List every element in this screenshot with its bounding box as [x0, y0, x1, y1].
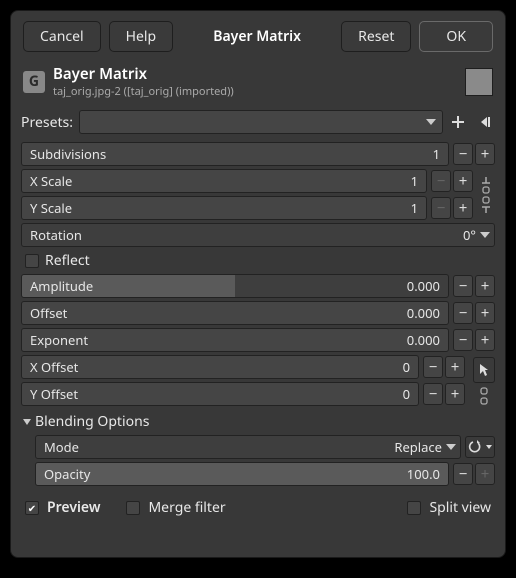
- amplitude-slider[interactable]: Amplitude 0.000: [21, 274, 449, 298]
- chevron-down-icon: [486, 445, 492, 449]
- cancel-button[interactable]: Cancel: [23, 21, 101, 52]
- opacity-value: 100.0: [407, 465, 440, 483]
- reset-button[interactable]: Reset: [341, 21, 411, 52]
- offset-link-toggle[interactable]: [477, 387, 491, 405]
- help-button[interactable]: Help: [109, 21, 174, 52]
- preset-menu-button[interactable]: [473, 111, 495, 133]
- blending-options-label: Blending Options: [35, 412, 149, 431]
- chevron-down-icon: [426, 119, 436, 125]
- yscale-plus[interactable]: +: [453, 197, 473, 219]
- xscale-label: X Scale: [30, 172, 72, 190]
- pick-coords-button[interactable]: [473, 357, 495, 383]
- subdivisions-plus[interactable]: +: [475, 143, 495, 165]
- subdivisions-minus[interactable]: −: [453, 143, 473, 165]
- chain-broken-icon: [479, 175, 493, 215]
- merge-filter-checkbox[interactable]: [126, 501, 140, 515]
- xscale-plus[interactable]: +: [453, 170, 473, 192]
- blend-mode-reset-button[interactable]: [465, 436, 495, 458]
- yscale-value: 1: [411, 199, 418, 217]
- presets-dropdown[interactable]: [79, 110, 443, 134]
- reset-switch-icon: [468, 440, 484, 454]
- blending-options-toggle[interactable]: Blending Options: [21, 408, 495, 433]
- yoffset-slider[interactable]: Y Offset 0: [21, 382, 419, 406]
- xoffset-minus[interactable]: −: [423, 356, 443, 378]
- offset-minus[interactable]: −: [453, 302, 473, 324]
- opacity-minus[interactable]: −: [453, 463, 473, 485]
- dialog-window: Cancel Help Bayer Matrix Reset OK G Baye…: [10, 10, 506, 558]
- opacity-slider[interactable]: Opacity 100.0: [35, 462, 449, 486]
- dialog-title: Bayer Matrix: [203, 22, 311, 51]
- xoffset-value: 0: [403, 358, 410, 376]
- reflect-checkbox[interactable]: [25, 254, 39, 268]
- header: G Bayer Matrix taj_orig.jpg-2 ([taj_orig…: [11, 62, 505, 105]
- ok-button[interactable]: OK: [419, 21, 493, 52]
- offset-label: Offset: [30, 304, 67, 322]
- yoffset-minus[interactable]: −: [423, 383, 443, 405]
- yoffset-value: 0: [403, 385, 410, 403]
- image-name: taj_orig.jpg-2 ([taj_orig] (imported)): [53, 84, 457, 99]
- gimp-icon: G: [23, 71, 45, 93]
- filter-name: Bayer Matrix: [53, 64, 457, 84]
- scale-link-toggle[interactable]: [477, 175, 495, 215]
- exponent-slider[interactable]: Exponent 0.000: [21, 328, 449, 352]
- subdivisions-value: 1: [433, 145, 440, 163]
- rotation-dropdown[interactable]: Rotation 0°: [21, 223, 495, 247]
- offset-value: 0.000: [407, 304, 440, 322]
- opacity-label: Opacity: [44, 465, 90, 483]
- reflect-label: Reflect: [45, 251, 90, 270]
- chevron-down-icon: [446, 444, 456, 450]
- yoffset-label: Y Offset: [30, 385, 78, 403]
- subdivisions-slider[interactable]: Subdivisions 1: [21, 142, 449, 166]
- cursor-icon: [478, 363, 490, 377]
- amplitude-label: Amplitude: [30, 277, 93, 295]
- xscale-value: 1: [411, 172, 418, 190]
- yscale-minus[interactable]: −: [431, 197, 451, 219]
- xoffset-slider[interactable]: X Offset 0: [21, 355, 419, 379]
- xoffset-label: X Offset: [30, 358, 78, 376]
- merge-filter-label: Merge filter: [148, 498, 225, 517]
- preview-checkbox[interactable]: [25, 501, 39, 515]
- blend-mode-value: Replace: [394, 438, 442, 456]
- split-view-checkbox[interactable]: [407, 501, 421, 515]
- xoffset-plus[interactable]: +: [445, 356, 465, 378]
- exponent-value: 0.000: [407, 331, 440, 349]
- xscale-minus[interactable]: −: [431, 170, 451, 192]
- amplitude-minus[interactable]: −: [453, 275, 473, 297]
- chevron-down-icon: [23, 419, 31, 425]
- yscale-slider[interactable]: Y Scale 1: [21, 196, 427, 220]
- chain-broken-icon: [477, 387, 491, 405]
- blend-mode-dropdown[interactable]: Mode Replace: [35, 435, 461, 459]
- offset-slider[interactable]: Offset 0.000: [21, 301, 449, 325]
- exponent-minus[interactable]: −: [453, 329, 473, 351]
- plus-icon: [451, 115, 465, 129]
- split-view-label: Split view: [429, 498, 491, 517]
- preview-label: Preview: [47, 498, 100, 517]
- yscale-label: Y Scale: [30, 199, 72, 217]
- titlebar: Cancel Help Bayer Matrix Reset OK: [11, 11, 505, 62]
- rotation-value: 0°: [463, 226, 476, 244]
- exponent-plus[interactable]: +: [475, 329, 495, 351]
- subdivisions-label: Subdivisions: [30, 145, 106, 163]
- amplitude-value: 0.000: [407, 277, 440, 295]
- opacity-plus[interactable]: +: [475, 463, 495, 485]
- amplitude-plus[interactable]: +: [475, 275, 495, 297]
- chevron-down-icon: [480, 232, 490, 238]
- rotation-label: Rotation: [30, 226, 82, 244]
- offset-plus[interactable]: +: [475, 302, 495, 324]
- exponent-label: Exponent: [30, 331, 88, 349]
- preset-add-button[interactable]: [447, 111, 469, 133]
- yoffset-plus[interactable]: +: [445, 383, 465, 405]
- blend-mode-label: Mode: [44, 438, 79, 456]
- xscale-slider[interactable]: X Scale 1: [21, 169, 427, 193]
- menu-left-icon: [477, 115, 491, 129]
- color-swatch[interactable]: [465, 68, 493, 96]
- presets-label: Presets:: [21, 113, 73, 132]
